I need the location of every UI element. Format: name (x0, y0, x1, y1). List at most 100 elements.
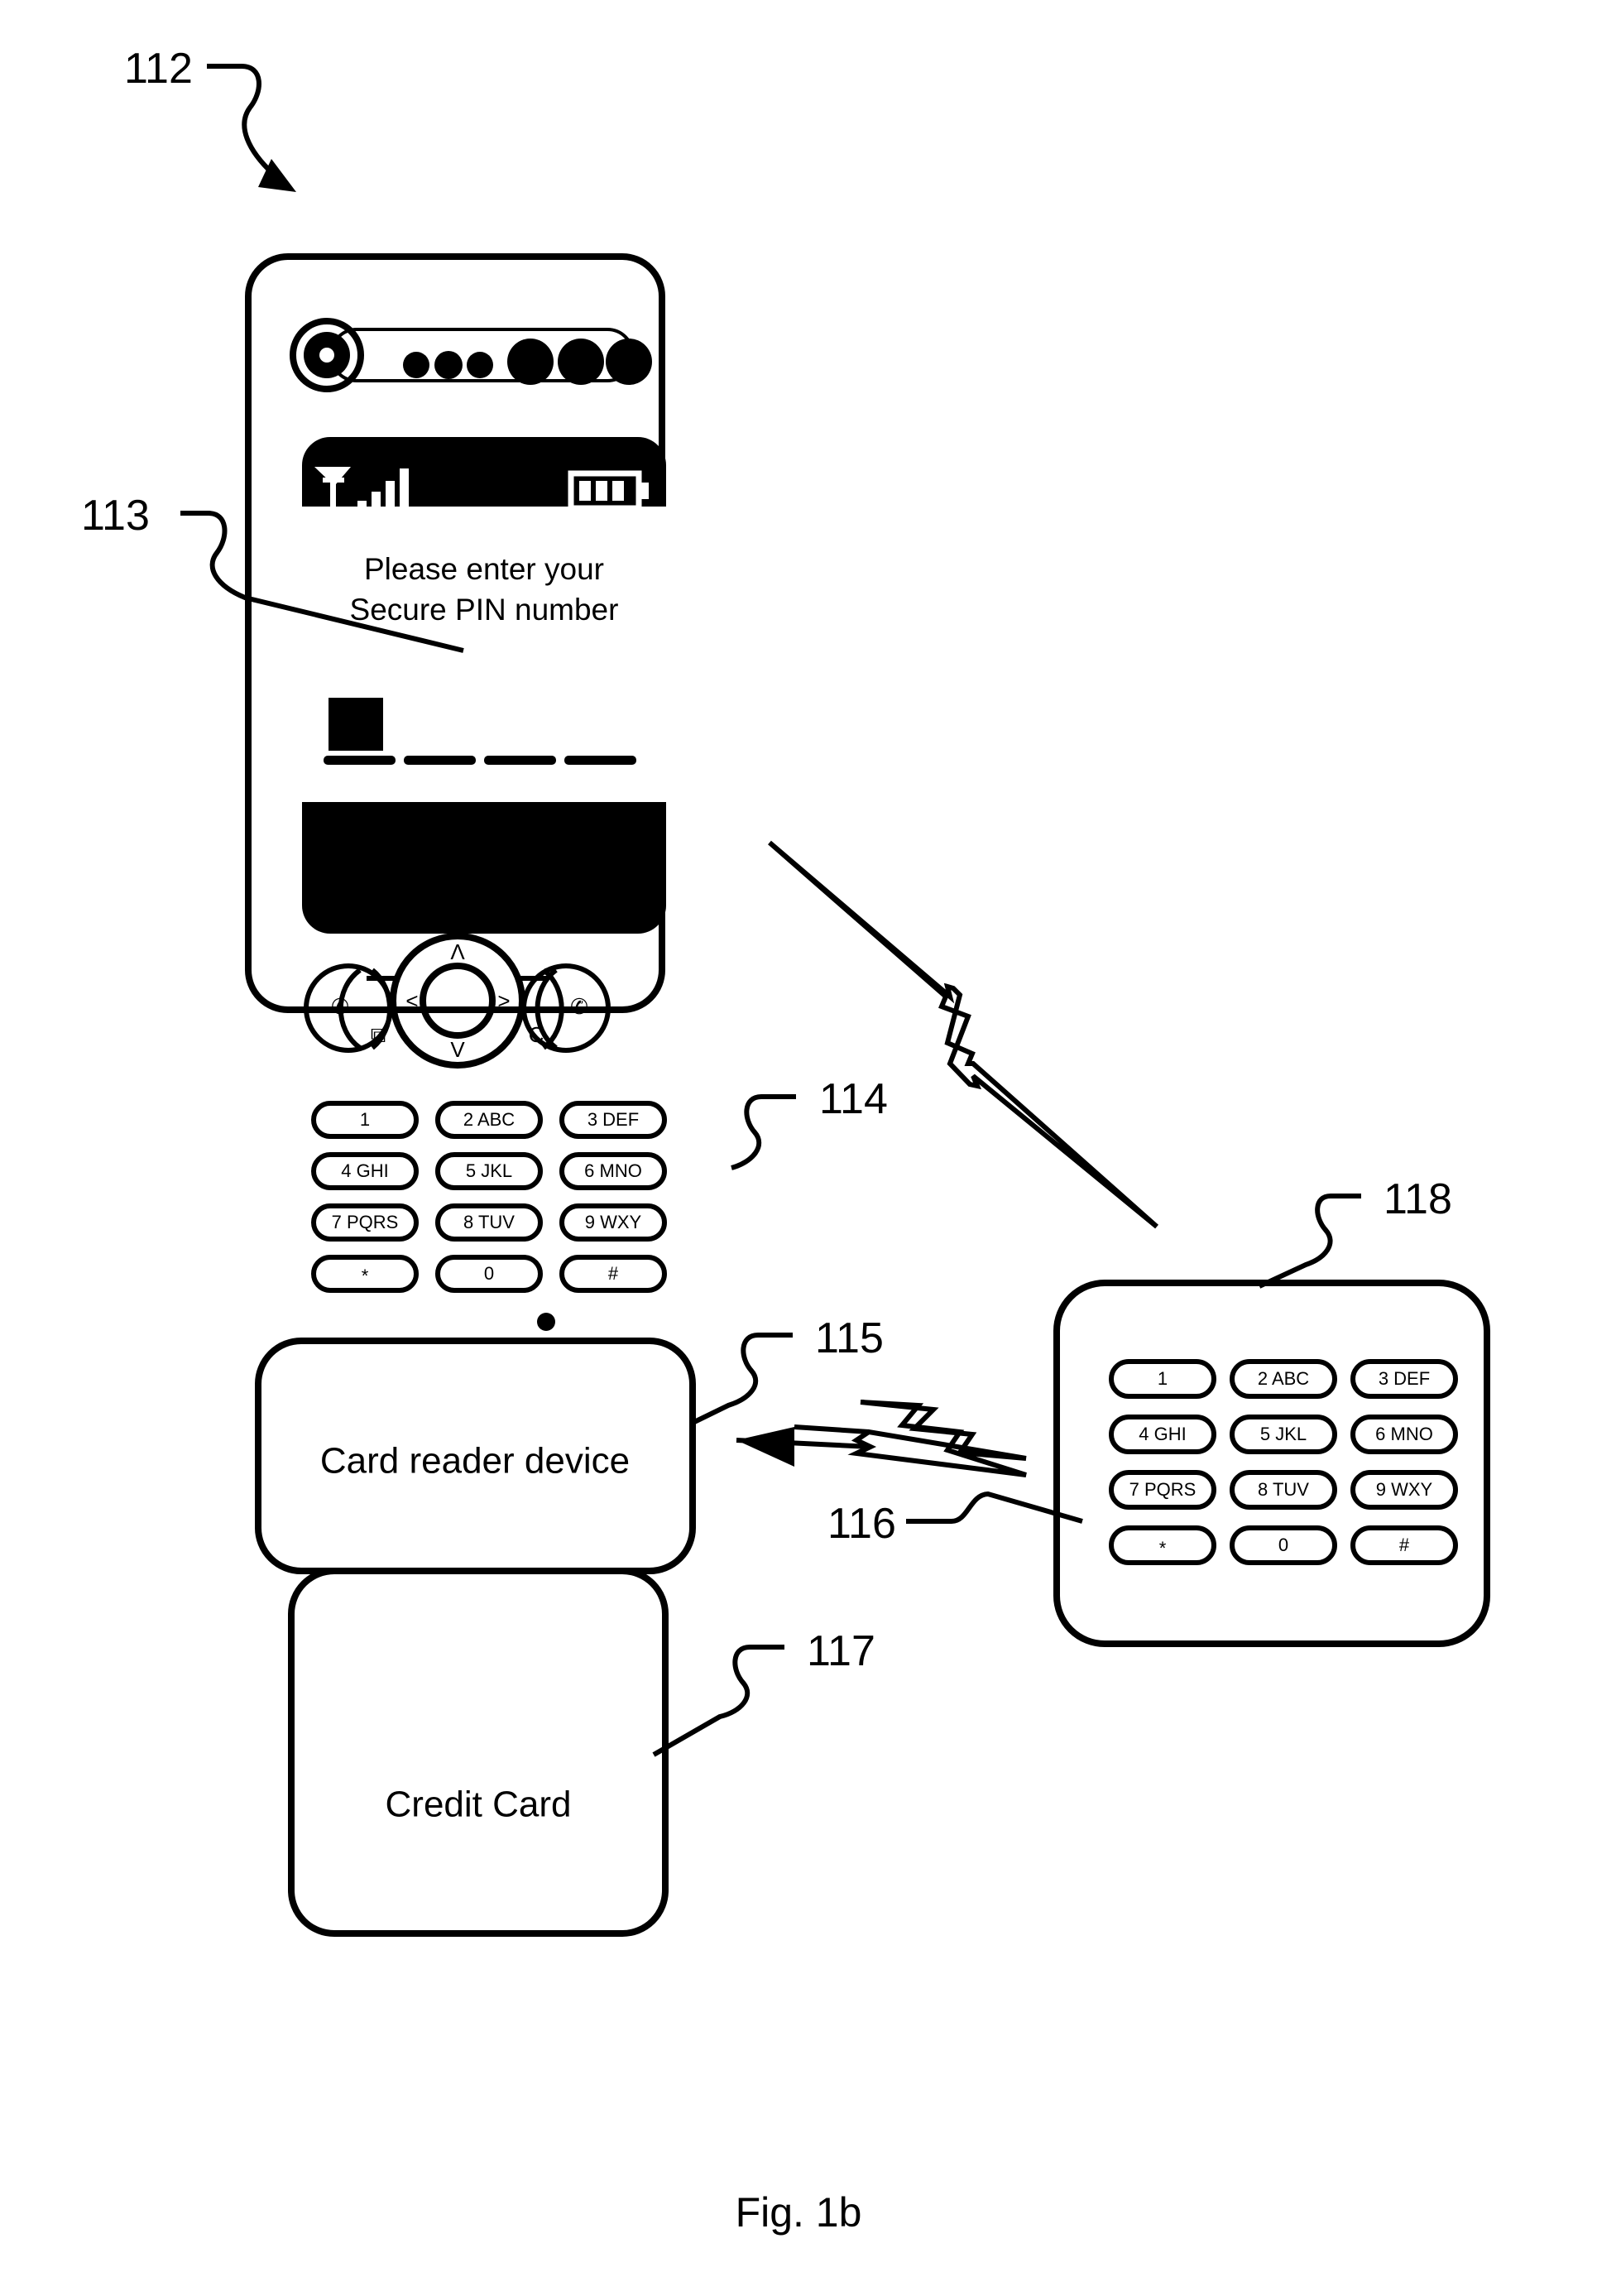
clear-key-label: C (529, 1022, 544, 1047)
soft-key-dash (367, 976, 395, 981)
speaker-dot (434, 351, 463, 379)
ref-label-116: 117 (807, 1627, 875, 1675)
ext-key-4[interactable]: 4 GHI (1109, 1415, 1216, 1454)
ref-label-113: 113 (81, 492, 150, 540)
key-2[interactable]: 2 ABC (435, 1101, 543, 1139)
end-call-icon: ✆ (570, 994, 588, 1019)
pin-slot (564, 756, 636, 765)
ref-label-118: 118 (1384, 1175, 1452, 1223)
pin-slot (404, 756, 476, 765)
phone-speaker-grille (290, 318, 652, 392)
key-label: 7 PQRS (332, 1212, 399, 1232)
key-7[interactable]: 7 PQRS (311, 1203, 419, 1242)
key-label: 9 WXY (585, 1212, 642, 1232)
external-keypad-body (1053, 1280, 1490, 1647)
display-prompt-line2: Secure PIN number (350, 593, 619, 627)
speaker-dot (558, 339, 604, 385)
key-5[interactable]: 5 JKL (435, 1152, 543, 1190)
ext-key-9[interactable]: 9 WXY (1350, 1470, 1458, 1510)
phone-display: Please enter your Secure PIN number (302, 437, 666, 934)
key-label: 2 ABC (463, 1109, 515, 1130)
dpad-down-icon: V (450, 1037, 465, 1062)
ext-key-1[interactable]: 1 (1109, 1359, 1216, 1399)
key-label: 8 TUV (463, 1212, 515, 1232)
key-label: 6 MNO (584, 1160, 642, 1181)
ref-label-114: 114 (819, 1075, 888, 1123)
ext-key-2[interactable]: 2 ABC (1230, 1359, 1337, 1399)
key-label: * (1159, 1538, 1167, 1559)
card-reader-device: Card reader device (255, 1338, 696, 1574)
key-9[interactable]: 9 WXY (559, 1203, 667, 1242)
key-label: 1 (360, 1109, 370, 1130)
menu-icon: ⧉ (371, 1022, 386, 1047)
ext-key-8[interactable]: 8 TUV (1230, 1470, 1337, 1510)
key-label: 1 (1158, 1368, 1168, 1389)
phone-keypad: 1 2 ABC 3 DEF 4 GHI 5 JKL 6 MNO 7 PQRS 8… (311, 1101, 667, 1293)
key-label: 9 WXY (1376, 1479, 1433, 1500)
figure-canvas: 112 Please enter your Secure PIN number … (81, 45, 1490, 2236)
key-label: 6 MNO (1375, 1424, 1433, 1444)
wireless-link-phone-to-keypad (768, 840, 1158, 1229)
key-label: 5 JKL (466, 1160, 512, 1181)
key-label: 0 (1278, 1535, 1288, 1555)
ref-118-leader (1258, 1194, 1361, 1289)
credit-card-label: Credit Card (386, 1784, 572, 1825)
figure-caption: Fig. 1b (736, 2189, 862, 2236)
card-reader-label: Card reader device (320, 1441, 630, 1482)
key-star[interactable]: * (311, 1255, 419, 1293)
wireless-link-reader-to-keypad (736, 1400, 1027, 1477)
speaker-dot (467, 352, 493, 378)
ext-key-7[interactable]: 7 PQRS (1109, 1470, 1216, 1510)
key-label: # (1399, 1535, 1410, 1555)
key-label: 0 (484, 1263, 494, 1284)
ext-key-hash[interactable]: # (1350, 1525, 1458, 1565)
ext-key-5[interactable]: 5 JKL (1230, 1415, 1337, 1454)
speaker-dot (507, 339, 554, 385)
key-label: 3 DEF (587, 1109, 639, 1130)
cursor-block (329, 698, 383, 751)
key-label: * (362, 1266, 369, 1286)
ref-115-leader (689, 1333, 793, 1426)
ext-key-0[interactable]: 0 (1230, 1525, 1337, 1565)
microphone-dot (537, 1313, 555, 1331)
ref-label-112: 112 (124, 45, 193, 93)
display-prompt-line1: Please enter your (364, 552, 604, 586)
dpad-right-icon: > (497, 988, 510, 1013)
ref-label-117: 116 (827, 1500, 896, 1548)
key-6[interactable]: 6 MNO (559, 1152, 667, 1190)
ext-key-6[interactable]: 6 MNO (1350, 1415, 1458, 1454)
key-1[interactable]: 1 (311, 1101, 419, 1139)
key-label: 4 GHI (1139, 1424, 1186, 1444)
credit-card: Credit Card (288, 1568, 669, 1937)
external-keypad-device: 1 2 ABC 3 DEF 4 GHI 5 JKL 6 MNO 7 PQRS 8… (1053, 1280, 1490, 1647)
ref-116-leader (652, 1645, 784, 1757)
key-0[interactable]: 0 (435, 1255, 543, 1293)
ref-114-leader (731, 1094, 796, 1170)
key-4[interactable]: 4 GHI (311, 1152, 419, 1190)
key-label: # (608, 1263, 619, 1284)
pin-slot (484, 756, 556, 765)
key-label: 2 ABC (1258, 1368, 1309, 1389)
mobile-phone: Please enter your Secure PIN number ✆ ⧉ … (180, 253, 667, 1331)
key-hash[interactable]: # (559, 1255, 667, 1293)
speaker-dot (403, 352, 429, 378)
ref-label-115: 115 (815, 1314, 884, 1362)
pin-slot (324, 756, 396, 765)
patent-figure: 112 Please enter your Secure PIN number … (0, 0, 1597, 2296)
key-label: 8 TUV (1258, 1479, 1309, 1500)
soft-key-dash (520, 976, 549, 981)
key-label: 5 JKL (1260, 1424, 1307, 1444)
speaker-dot (606, 339, 652, 385)
key-label: 3 DEF (1379, 1368, 1430, 1389)
key-3[interactable]: 3 DEF (559, 1101, 667, 1139)
phone-softkeys: ✆ ⧉ Λ V < > ✆ C (304, 933, 611, 1069)
select-button[interactable] (420, 963, 496, 1039)
dpad-left-icon: < (405, 988, 418, 1013)
ext-key-star[interactable]: * (1109, 1525, 1216, 1565)
camera-aperture (319, 348, 334, 363)
external-keypad-keys: 1 2 ABC 3 DEF 4 GHI 5 JKL 6 MNO 7 PQRS 8… (1109, 1359, 1458, 1565)
ext-key-3[interactable]: 3 DEF (1350, 1359, 1458, 1399)
navigation-pad[interactable]: Λ V < > (390, 933, 525, 1069)
key-8[interactable]: 8 TUV (435, 1203, 543, 1242)
key-label: 7 PQRS (1129, 1479, 1197, 1500)
